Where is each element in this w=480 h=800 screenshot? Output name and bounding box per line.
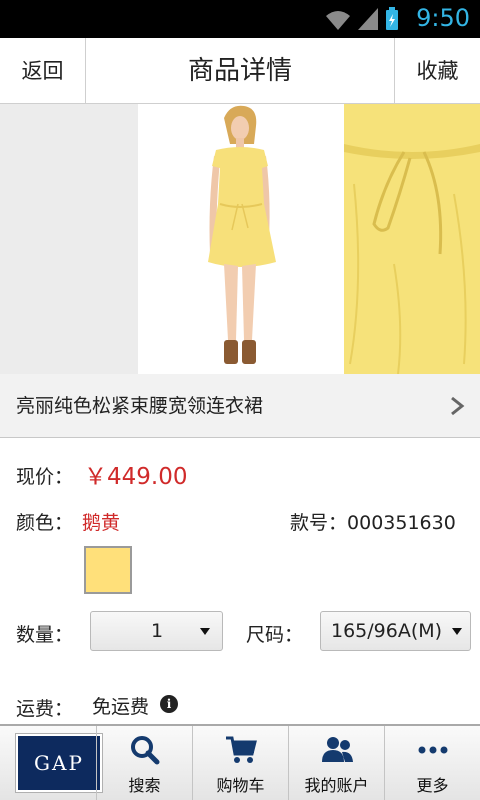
wifi-icon [326, 11, 350, 30]
quantity-select[interactable]: 1 [90, 611, 223, 651]
title-bar: 返回 商品详情 收藏 [0, 38, 480, 104]
tab-search[interactable]: 搜索 [96, 726, 192, 800]
tab-search-label: 搜索 [128, 776, 161, 795]
clock: 9:50 [416, 4, 470, 32]
back-button[interactable]: 返回 [0, 38, 86, 104]
search-icon [130, 736, 159, 765]
price-value: ￥449.00 [84, 464, 188, 490]
shipping-value: 免运费 [92, 696, 150, 718]
users-icon [321, 737, 353, 762]
tab-account-label: 我的账户 [304, 776, 369, 795]
dress-model-image [208, 105, 276, 364]
size-label: 尺码： [246, 624, 304, 646]
color-label: 颜色： [16, 512, 74, 534]
page-title: 商品详情 [187, 56, 292, 86]
sku-label: 款号： [290, 512, 348, 534]
bottom-tab-bar: GAP 搜索 购物车 我的账户 更多 [0, 724, 480, 800]
product-name: 亮丽纯色松紧束腰宽领连衣裙 [16, 395, 264, 417]
gallery-main-image[interactable] [138, 104, 344, 374]
size-value: 165/96A(M) [331, 620, 443, 642]
more-dots-icon [418, 746, 447, 754]
sku-value: 000351630 [347, 512, 456, 534]
gallery-next-image[interactable] [344, 104, 480, 374]
dropdown-caret-icon [452, 628, 462, 635]
info-icon[interactable]: i [160, 695, 178, 713]
quantity-value: 1 [151, 620, 164, 642]
product-name-row[interactable]: 亮丽纯色松紧束腰宽领连衣裙 [0, 374, 480, 438]
tab-more-label: 更多 [416, 776, 449, 795]
shipping-label: 运费： [16, 698, 74, 720]
favorite-button[interactable]: 收藏 [394, 38, 480, 104]
chevron-right-icon [451, 396, 465, 416]
color-swatch[interactable] [84, 546, 132, 594]
price-label: 现价： [16, 466, 74, 488]
color-value: 鹅黄 [82, 512, 121, 534]
signal-icon [358, 8, 378, 30]
status-icons [326, 7, 398, 30]
gap-logo[interactable]: GAP [16, 734, 102, 792]
tab-account[interactable]: 我的账户 [288, 726, 384, 800]
tab-cart[interactable]: 购物车 [192, 726, 288, 800]
logo-text: GAP [34, 751, 84, 775]
shopping-cart-icon [225, 736, 257, 763]
quantity-label: 数量： [16, 624, 74, 646]
dress-detail-image [344, 104, 480, 374]
sku: 款号：000351630 [290, 508, 456, 535]
size-select[interactable]: 165/96A(M) [320, 611, 471, 651]
tab-more[interactable]: 更多 [384, 726, 480, 800]
tab-cart-label: 购物车 [216, 776, 265, 795]
dropdown-caret-icon [200, 628, 210, 635]
status-bar: 9:50 [0, 0, 480, 38]
gallery-prev-image[interactable] [0, 104, 138, 374]
product-gallery[interactable] [0, 104, 480, 374]
